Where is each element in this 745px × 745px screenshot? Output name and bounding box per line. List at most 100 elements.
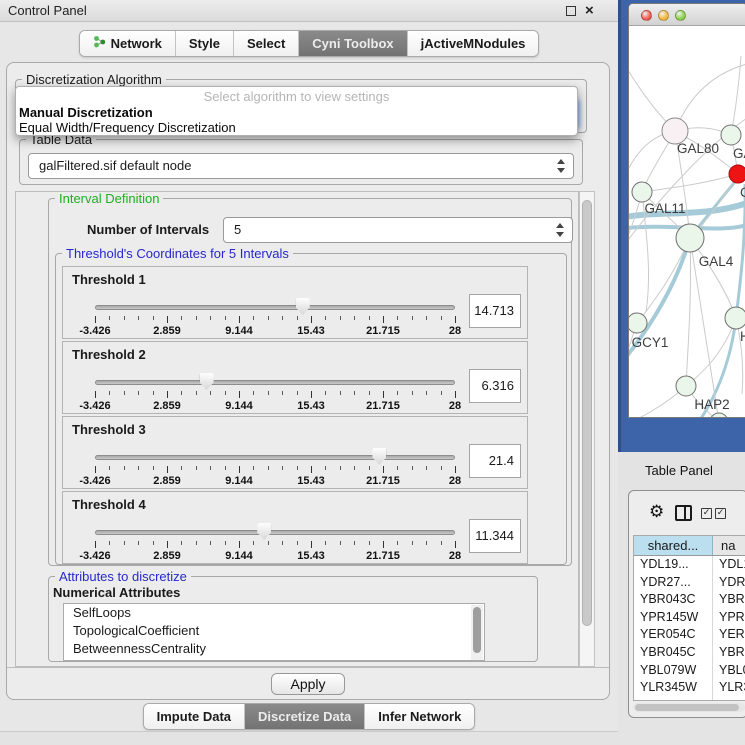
- threshold-2-value-field[interactable]: 6.316: [469, 369, 521, 403]
- interval-definition-label: Interval Definition: [55, 191, 163, 206]
- table-horizontal-scrollbar-thumb[interactable]: [635, 704, 739, 711]
- minor-tick: [282, 541, 283, 545]
- threshold-4-value-field[interactable]: 11.344: [469, 519, 521, 553]
- split-panel-icon[interactable]: [675, 505, 692, 521]
- threshold-2-slider[interactable]: -3.4262.8599.14415.4321.71528: [95, 342, 455, 415]
- tab-infer-network[interactable]: Infer Network: [365, 704, 474, 729]
- threshold-1-slider[interactable]: -3.4262.8599.14415.4321.71528: [95, 267, 455, 340]
- minor-tick: [412, 316, 413, 320]
- tick-label: 28: [449, 475, 461, 487]
- minor-tick: [369, 541, 370, 545]
- minor-tick: [325, 391, 326, 395]
- slider-thumb[interactable]: [200, 373, 214, 390]
- network-node-gal11[interactable]: [632, 182, 652, 202]
- tick-label: 21.715: [366, 325, 400, 337]
- minor-tick: [282, 391, 283, 395]
- table-row[interactable]: YLR345WYLR3: [634, 679, 745, 697]
- table-row[interactable]: YIL052CYIL0: [634, 697, 745, 701]
- minor-tick: [397, 391, 398, 395]
- threshold-4-slider[interactable]: -3.4262.8599.14415.4321.71528: [95, 492, 455, 565]
- minor-tick: [124, 316, 125, 320]
- minor-tick: [124, 466, 125, 470]
- gear-icon[interactable]: ⚙: [649, 502, 664, 522]
- attribute-item-topologicalcoefficient[interactable]: TopologicalCoefficient: [64, 622, 484, 640]
- network-node[interactable]: [710, 413, 728, 417]
- table-row[interactable]: YDL19...YDL1: [634, 556, 745, 574]
- minor-tick: [153, 391, 154, 395]
- network-canvas[interactable]: GAL80GACGAL11GAL4GCY1HHAP2: [629, 26, 745, 417]
- node-attribute-table[interactable]: shared... na YDL19...YDL1YDR27...YDR2YBR…: [633, 535, 745, 701]
- column-header-shared[interactable]: shared...: [634, 536, 713, 555]
- table-row[interactable]: YBL079WYBL0: [634, 662, 745, 680]
- table-row[interactable]: YBR045CYBR0: [634, 644, 745, 662]
- network-node-h[interactable]: [725, 307, 745, 329]
- settings-vertical-scrollbar[interactable]: [579, 191, 595, 667]
- threshold-1-value-field[interactable]: 14.713: [469, 294, 521, 328]
- network-node-gal4[interactable]: [676, 224, 704, 252]
- major-tick: [167, 541, 168, 548]
- number-of-intervals-combobox[interactable]: 5: [223, 217, 573, 243]
- close-window-icon[interactable]: [641, 10, 652, 21]
- algorithm-popup-options: Manual DiscretizationEqual Width/Frequen…: [16, 105, 577, 135]
- checkbox-checked-icon[interactable]: ✓: [701, 508, 712, 519]
- table-horizontal-scrollbar[interactable]: [633, 703, 745, 712]
- column-header-name[interactable]: na: [713, 536, 745, 555]
- attribute-item-betweennesscentrality[interactable]: BetweennessCentrality: [64, 640, 484, 658]
- tab-discretize-data[interactable]: Discretize Data: [245, 704, 365, 729]
- minor-tick: [426, 391, 427, 395]
- minor-tick: [225, 466, 226, 470]
- network-node-gcy1[interactable]: [629, 313, 647, 333]
- major-tick: [167, 466, 168, 473]
- network-node-hap2[interactable]: [676, 376, 696, 396]
- algorithm-option-equal-width-frequency-discretization[interactable]: Equal Width/Frequency Discretization: [16, 120, 577, 135]
- threshold-3-slider[interactable]: -3.4262.8599.14415.4321.71528: [95, 417, 455, 490]
- table-row[interactable]: YPR145WYPR1: [634, 609, 745, 627]
- attributes-list-scrollbar[interactable]: [471, 605, 483, 661]
- minor-tick: [253, 466, 254, 470]
- tab-jactivemnodules[interactable]: jActiveMNodules: [408, 31, 539, 56]
- network-graph[interactable]: GAL80GACGAL11GAL4GCY1HHAP2: [629, 26, 745, 417]
- attribute-item-selfloops[interactable]: SelfLoops: [64, 604, 484, 622]
- attributes-group: Attributes to discretize Numerical Attri…: [48, 576, 538, 662]
- tick-label: 15.43: [297, 325, 325, 337]
- zoom-window-icon[interactable]: [675, 10, 686, 21]
- slider-track[interactable]: [95, 530, 455, 535]
- network-node-c[interactable]: [729, 165, 745, 183]
- table-data-combobox[interactable]: galFiltered.sif default node: [28, 153, 574, 179]
- tab-cyni-toolbox[interactable]: Cyni Toolbox: [299, 31, 407, 56]
- network-node-ga[interactable]: [721, 125, 741, 145]
- minimize-window-icon[interactable]: [658, 10, 669, 21]
- minor-tick: [354, 541, 355, 545]
- slider-thumb[interactable]: [296, 298, 310, 315]
- cell-shared-name: YBL079W: [634, 662, 713, 680]
- threshold-3-value-field[interactable]: 21.4: [469, 444, 521, 478]
- minor-tick: [397, 316, 398, 320]
- table-row[interactable]: YBR043CYBR0: [634, 591, 745, 609]
- slider-track[interactable]: [95, 455, 455, 460]
- tab-select[interactable]: Select: [234, 31, 299, 56]
- network-view-window[interactable]: GAL80GACGAL11GAL4GCY1HHAP2: [628, 3, 745, 418]
- thresholds-group: Threshold's Coordinates for 5 Intervals …: [55, 253, 567, 565]
- minor-tick: [441, 466, 442, 470]
- float-panel-icon[interactable]: [566, 6, 576, 16]
- settings-vertical-scrollbar-thumb[interactable]: [582, 200, 592, 626]
- slider-track[interactable]: [95, 380, 455, 385]
- attributes-list-scrollbar-thumb[interactable]: [473, 607, 481, 653]
- minor-tick: [412, 466, 413, 470]
- table-row[interactable]: YDR27...YDR2: [634, 574, 745, 592]
- tab-impute-data[interactable]: Impute Data: [144, 704, 245, 729]
- close-panel-icon[interactable]: ×: [585, 1, 594, 21]
- algorithm-option-manual-discretization[interactable]: Manual Discretization: [16, 105, 577, 120]
- network-node-label: GAL11: [644, 201, 685, 216]
- numerical-attributes-list[interactable]: SelfLoopsTopologicalCoefficientBetweenne…: [63, 603, 485, 661]
- tab-network[interactable]: Network: [80, 31, 176, 56]
- minor-tick: [268, 466, 269, 470]
- apply-button[interactable]: Apply: [271, 673, 344, 695]
- slider-thumb[interactable]: [257, 523, 271, 540]
- table-row[interactable]: YER054CYER0: [634, 626, 745, 644]
- tick-label: 28: [449, 325, 461, 337]
- checkbox-checked-icon[interactable]: ✓: [715, 508, 726, 519]
- tab-style[interactable]: Style: [176, 31, 234, 56]
- slider-track[interactable]: [95, 305, 455, 310]
- slider-thumb[interactable]: [372, 448, 386, 465]
